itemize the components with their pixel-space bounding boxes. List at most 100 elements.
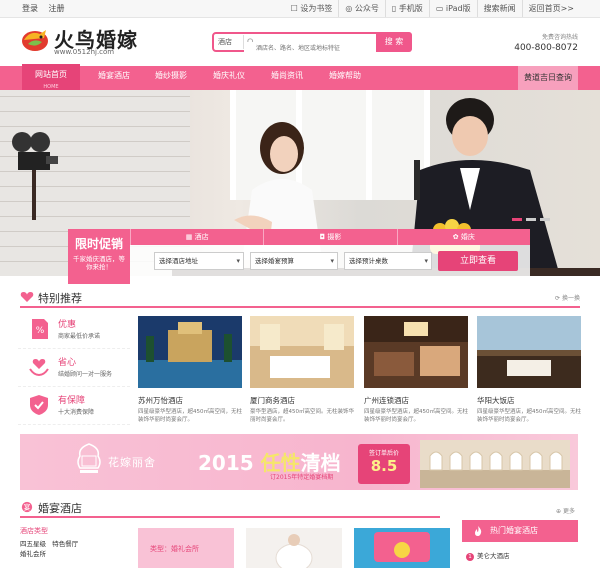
brand-emblem-icon: [77, 443, 101, 473]
back-home-link[interactable]: 返回首页>>: [521, 0, 580, 17]
hotel-card[interactable]: 广州连锁酒店 四星级豪华型酒店，超450㎡高空间。无柱装饰华丽时尚宴会厅。: [364, 316, 468, 424]
hotel-card[interactable]: 苏州万怡酒店 四星级豪华型酒店，超450㎡高空间，无柱装饰华丽时尚宴会厅。: [138, 316, 242, 424]
feature-title: 有保障: [58, 396, 86, 406]
search-news-link[interactable]: 搜索新闻: [476, 0, 522, 17]
table-count-select[interactable]: 选择预计桌数: [344, 252, 432, 270]
venue-building-image: [420, 440, 570, 488]
discount-tag-icon: %: [32, 319, 48, 339]
hotel-name: 华阳大饭店: [477, 396, 515, 405]
banquet-more-link[interactable]: ⊕ 更多: [556, 506, 575, 515]
main-nav: 网站首页 HOME 婚宴酒店 婚纱摄影 婚庆礼仪 婚尚资讯 婚嫁帮助 黄道吉日查…: [0, 64, 600, 92]
banquet-image[interactable]: [246, 528, 342, 568]
ad-subtitle: 订2015年特定婚宴档期: [270, 474, 334, 481]
hotel-type-filter: 酒店类型 四五星级 特色餐厅 婚礼会所: [20, 526, 120, 558]
nav-item-photo[interactable]: 婚纱摄影: [142, 66, 200, 90]
mobile-link[interactable]: ▯ 手机版: [384, 0, 429, 17]
banquet-image[interactable]: 类型：婚礼会所: [138, 528, 234, 568]
svg-text:宴: 宴: [24, 503, 31, 512]
nav-item-ceremony[interactable]: 婚庆礼仪: [200, 66, 258, 90]
login-link[interactable]: 登录: [22, 4, 38, 13]
feature-desc: 十大消费保障: [58, 409, 95, 416]
bird-logo-icon: [22, 30, 48, 51]
filter-option[interactable]: 特色餐厅: [52, 540, 78, 548]
site-logo[interactable]: 火鸟婚嫁 www.0512hj.com: [20, 24, 160, 60]
top-bar: 登录 注册 ☐ 设为书签 ◎ 公众号 ▯ 手机版 ▭ iPad版 搜索新闻 返回…: [0, 0, 600, 18]
hotel-address-select[interactable]: 选择酒店地址: [154, 252, 244, 270]
hotel-name: 厦门商务酒店: [250, 396, 295, 405]
nav-item-banquet[interactable]: 婚宴酒店: [86, 66, 142, 90]
hotline: 免费咨询热线 400-800-8072: [514, 32, 578, 53]
banquet-image[interactable]: [354, 528, 450, 568]
filter-option[interactable]: 四五星级: [20, 540, 46, 548]
search-bar: 酒店 搜 索: [212, 32, 412, 56]
bookmark-link[interactable]: ☐ 设为书签: [285, 0, 339, 17]
tab-ceremony[interactable]: ✿ 婚庆: [396, 229, 530, 245]
hotel-image: [364, 316, 468, 388]
carousel-dot[interactable]: [512, 218, 522, 221]
tab-hotel[interactable]: ▦ 酒店: [130, 229, 264, 245]
promo-ad-banner[interactable]: 花嫁丽舍 2015 任性清档 订2015年特定婚宴档期 签订单后价 8.5: [20, 434, 578, 490]
hot-hotel-item[interactable]: 1 美仑大酒店: [462, 550, 578, 561]
hotel-desc: 四星级豪华型酒店，超450㎡高空间。无柱装饰华丽时尚宴会厅。: [477, 409, 581, 423]
heart-icon: [20, 292, 34, 302]
ad-brand-name: 花嫁丽舍: [108, 456, 156, 469]
hotel-card[interactable]: 厦门商务酒店 豪华型酒店，超450㎡高空间。无柱装饰华丽时尚宴会厅。: [250, 316, 354, 424]
hot-hotel-header: 热门婚宴酒店: [462, 520, 578, 542]
carousel-dots[interactable]: [512, 218, 550, 221]
carousel-dot[interactable]: [540, 218, 550, 221]
carousel-dot[interactable]: [526, 218, 536, 221]
banquet-header: 宴 婚宴酒店: [20, 498, 440, 518]
search-category-select[interactable]: 酒店: [214, 35, 244, 49]
flame-icon: [475, 526, 482, 536]
register-link[interactable]: 注册: [49, 4, 65, 13]
search-button[interactable]: 搜 索: [376, 32, 412, 52]
hotel-card[interactable]: 华阳大饭店 四星级豪华型酒店，超450㎡高空间。无柱装饰华丽时尚宴会厅。: [477, 316, 581, 424]
feature-desc: 结婚顾问一对一服务: [58, 371, 113, 378]
banquet-title: 婚宴酒店: [38, 502, 82, 515]
nav-home-label: 网站首页: [35, 70, 67, 79]
banquet-section: 宴 婚宴酒店 ⊕ 更多 酒店类型 四五星级 特色餐厅 婚礼会所 类型：婚礼会所 …: [0, 498, 600, 568]
promo-title: 限时促销: [74, 237, 123, 251]
hotel-desc: 四星级豪华型酒店，超450㎡高空间，无柱装饰华丽时尚宴会厅。: [138, 409, 242, 423]
view-now-button[interactable]: 立即查看: [438, 251, 518, 271]
site-url: www.0512hj.com: [54, 48, 115, 56]
ipad-link[interactable]: ▭ iPad版: [428, 0, 477, 17]
refresh-link[interactable]: ⟳ 换一换: [555, 293, 580, 302]
hotel-image: [477, 316, 581, 388]
nav-item-home[interactable]: 网站首页 HOME: [22, 64, 80, 92]
filter-title: 酒店类型: [20, 527, 48, 535]
feature-guarantee: 有保障 十大消费保障: [18, 387, 130, 425]
hotline-number: 400-800-8072: [514, 43, 578, 53]
promo-tabs: ▦ 酒店 ◘ 摄影 ✿ 婚庆: [130, 229, 530, 245]
search-input[interactable]: [244, 41, 376, 56]
rank-badge: 1: [466, 553, 474, 561]
ad-price-badge: 签订单后价 8.5: [358, 444, 410, 484]
hot-hotel-name: 美仑大酒店: [477, 552, 510, 560]
hotel-desc: 豪华型酒店，超450㎡高空间。无柱装饰华丽时尚宴会厅。: [250, 409, 354, 423]
nav-item-news[interactable]: 婚尚资讯: [258, 66, 316, 90]
banquet-icon: 宴: [21, 501, 33, 513]
promo-label: 限时促销 千家婚庆酒店，等你来抢！: [68, 229, 130, 284]
hotel-image: [250, 316, 354, 388]
feature-title: 省心: [58, 358, 77, 368]
ad-brand: 花嫁丽舍: [76, 442, 196, 482]
hot-hotel-title: 热门婚宴酒店: [490, 526, 538, 535]
wechat-link[interactable]: ◎ 公众号: [338, 0, 385, 17]
special-title: 特别推荐: [38, 292, 82, 305]
shield-icon: [30, 395, 48, 415]
svg-text:%: %: [36, 326, 45, 336]
budget-select[interactable]: 选择婚宴预算: [250, 252, 338, 270]
hotel-name: 苏州万怡酒店: [138, 396, 183, 405]
filter-option[interactable]: 婚礼会所: [20, 550, 46, 558]
auspicious-date-query[interactable]: 黄道吉日查询: [518, 66, 578, 90]
hotel-image: [138, 316, 242, 388]
tab-photo[interactable]: ◘ 摄影: [263, 229, 397, 245]
hot-hotel-list: 热门婚宴酒店 1 美仑大酒店: [462, 520, 578, 561]
promo-box: 限时促销 千家婚庆酒店，等你来抢！ ▦ 酒店 ◘ 摄影 ✿ 婚庆 选择酒店地址 …: [68, 229, 530, 284]
hotel-name: 广州连锁酒店: [364, 396, 409, 405]
ad-price-label: 签订单后价: [368, 450, 399, 457]
header: 火鸟婚嫁 www.0512hj.com 酒店 搜 索 免费咨询热线 400-80…: [0, 18, 600, 66]
ad-price-value: 8.5: [370, 457, 398, 475]
special-section: 特别推荐 ⟳ 换一换: [0, 288, 600, 308]
nav-item-help[interactable]: 婚嫁帮助: [316, 66, 374, 90]
